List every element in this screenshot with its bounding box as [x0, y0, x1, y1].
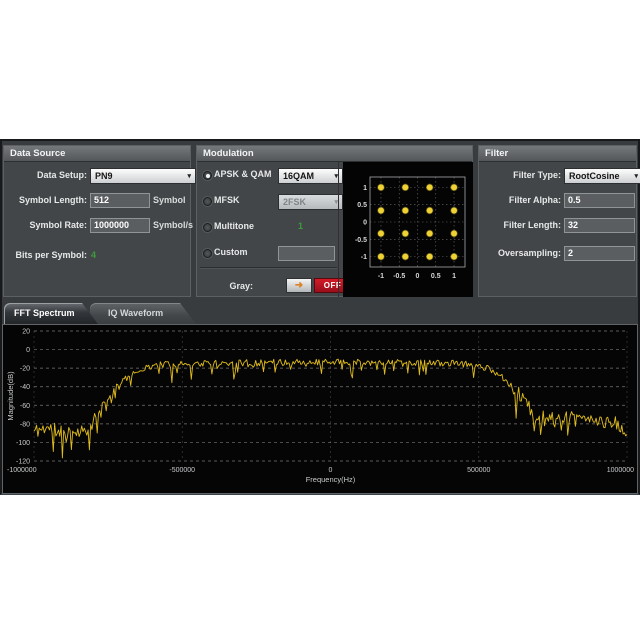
filter-alpha-input[interactable] — [564, 193, 635, 208]
svg-text:0.5: 0.5 — [357, 202, 367, 209]
data-setup-label: Data Setup: — [4, 168, 87, 183]
symbol-rate-input[interactable] — [90, 218, 150, 233]
arrow-right-icon: ➜ — [295, 280, 303, 291]
divider — [200, 267, 337, 269]
panel-data-source: Data Source Data Setup: PN9 ▾ Symbol Len… — [3, 145, 191, 297]
panel-title-filter: Filter — [479, 146, 636, 162]
multitone-value: 1 — [298, 219, 303, 234]
filter-type-select[interactable]: RootCosine ▾ — [564, 168, 640, 184]
svg-text:0.5: 0.5 — [431, 273, 441, 280]
svg-text:-1: -1 — [378, 273, 384, 280]
chevron-down-icon: ▾ — [187, 172, 191, 180]
svg-text:1: 1 — [452, 273, 456, 280]
screenshot-canvas: Data Source Data Setup: PN9 ▾ Symbol Len… — [0, 0, 640, 640]
signal-generator-window: Data Source Data Setup: PN9 ▾ Symbol Len… — [0, 139, 640, 495]
svg-text:-0.5: -0.5 — [355, 237, 367, 244]
oversampling-input[interactable] — [564, 246, 635, 261]
constellation-svg: -1 -1 -0.5 -0.5 0 0 0.5 0.5 1 1 — [343, 162, 473, 297]
svg-text:0: 0 — [363, 220, 367, 227]
svg-text:-1000000: -1000000 — [7, 467, 37, 474]
radio-mfsk[interactable] — [203, 197, 212, 206]
symbol-length-label: Symbol Length: — [4, 193, 87, 208]
svg-text:0: 0 — [26, 347, 30, 354]
svg-text:0: 0 — [329, 467, 333, 474]
svg-text:20: 20 — [22, 329, 30, 336]
mfsk-label: MFSK — [214, 193, 240, 208]
svg-text:-1: -1 — [361, 254, 367, 261]
fft-spectrum-svg: 20 0 -20 -40 -60 -80 -100 -120-1000000 -500000 0 5… — [3, 325, 637, 493]
chevron-down-icon: ▾ — [634, 172, 638, 180]
tab-fft-spectrum[interactable]: FFT Spectrum — [4, 303, 98, 324]
custom-label: Custom — [214, 245, 248, 260]
svg-text:-20: -20 — [20, 366, 30, 373]
panel-title-modulation: Modulation — [197, 146, 472, 162]
data-setup-select[interactable]: PN9 ▾ — [90, 168, 196, 184]
svg-text:-100: -100 — [16, 440, 30, 447]
symbol-length-input[interactable] — [90, 193, 150, 208]
panel-title-data-source: Data Source — [4, 146, 190, 162]
panel-modulation: Modulation APSK & QAM 16QAM ▾ MFSK 2FSK … — [196, 145, 473, 297]
svg-text:1: 1 — [363, 185, 367, 192]
svg-text:-80: -80 — [20, 421, 30, 428]
svg-text:1000000: 1000000 — [607, 467, 634, 474]
oversampling-label: Oversampling: — [479, 246, 561, 261]
bits-per-symbol-value: 4 — [91, 248, 96, 263]
data-setup-value: PN9 — [95, 171, 113, 181]
filter-length-label: Filter Length: — [479, 218, 561, 233]
svg-text:-0.5: -0.5 — [393, 273, 405, 280]
tab-iq-waveform[interactable]: IQ Waveform — [90, 303, 196, 324]
svg-text:-500000: -500000 — [169, 467, 195, 474]
bits-per-symbol-label: Bits per Symbol: — [4, 248, 87, 263]
gray-toggle-arrow-button[interactable]: ➜ — [286, 278, 312, 293]
svg-text:-60: -60 — [20, 403, 30, 410]
custom-input[interactable] — [278, 246, 335, 261]
mfsk-select[interactable]: 2FSK ▾ — [278, 194, 343, 210]
filter-alpha-label: Filter Alpha: — [479, 193, 561, 208]
fft-spectrum-plot: 20 0 -20 -40 -60 -80 -100 -120-1000000 -500000 0 5… — [2, 324, 638, 494]
svg-text:500000: 500000 — [467, 467, 490, 474]
svg-text:Frequency(Hz): Frequency(Hz) — [306, 475, 356, 484]
radio-multitone[interactable] — [203, 223, 212, 232]
radio-custom[interactable] — [203, 249, 212, 258]
apsk-qam-select[interactable]: 16QAM ▾ — [278, 168, 343, 184]
symbol-rate-label: Symbol Rate: — [4, 218, 87, 233]
svg-text:-40: -40 — [20, 384, 30, 391]
radio-apsk-qam[interactable] — [203, 171, 212, 180]
apsk-qam-value: 16QAM — [283, 171, 314, 181]
svg-text:Magnitude(dB): Magnitude(dB) — [6, 371, 15, 421]
symbol-rate-unit: Symbol/s — [153, 218, 193, 233]
svg-text:0: 0 — [416, 273, 420, 280]
symbol-length-unit: Symbol — [153, 193, 186, 208]
multitone-label: Multitone — [214, 219, 254, 234]
constellation-plot: -1 -1 -0.5 -0.5 0 0 0.5 0.5 1 1 — [343, 162, 473, 297]
svg-text:-120: -120 — [16, 459, 30, 466]
filter-length-input[interactable] — [564, 218, 635, 233]
mfsk-value: 2FSK — [283, 197, 306, 207]
filter-type-value: RootCosine — [569, 171, 620, 181]
gray-label: Gray: — [212, 279, 253, 294]
panel-filter: Filter Filter Type: RootCosine ▾ Filter … — [478, 145, 637, 297]
apsk-qam-label: APSK & QAM — [214, 167, 272, 182]
filter-type-label: Filter Type: — [479, 168, 561, 183]
divider — [338, 162, 339, 297]
